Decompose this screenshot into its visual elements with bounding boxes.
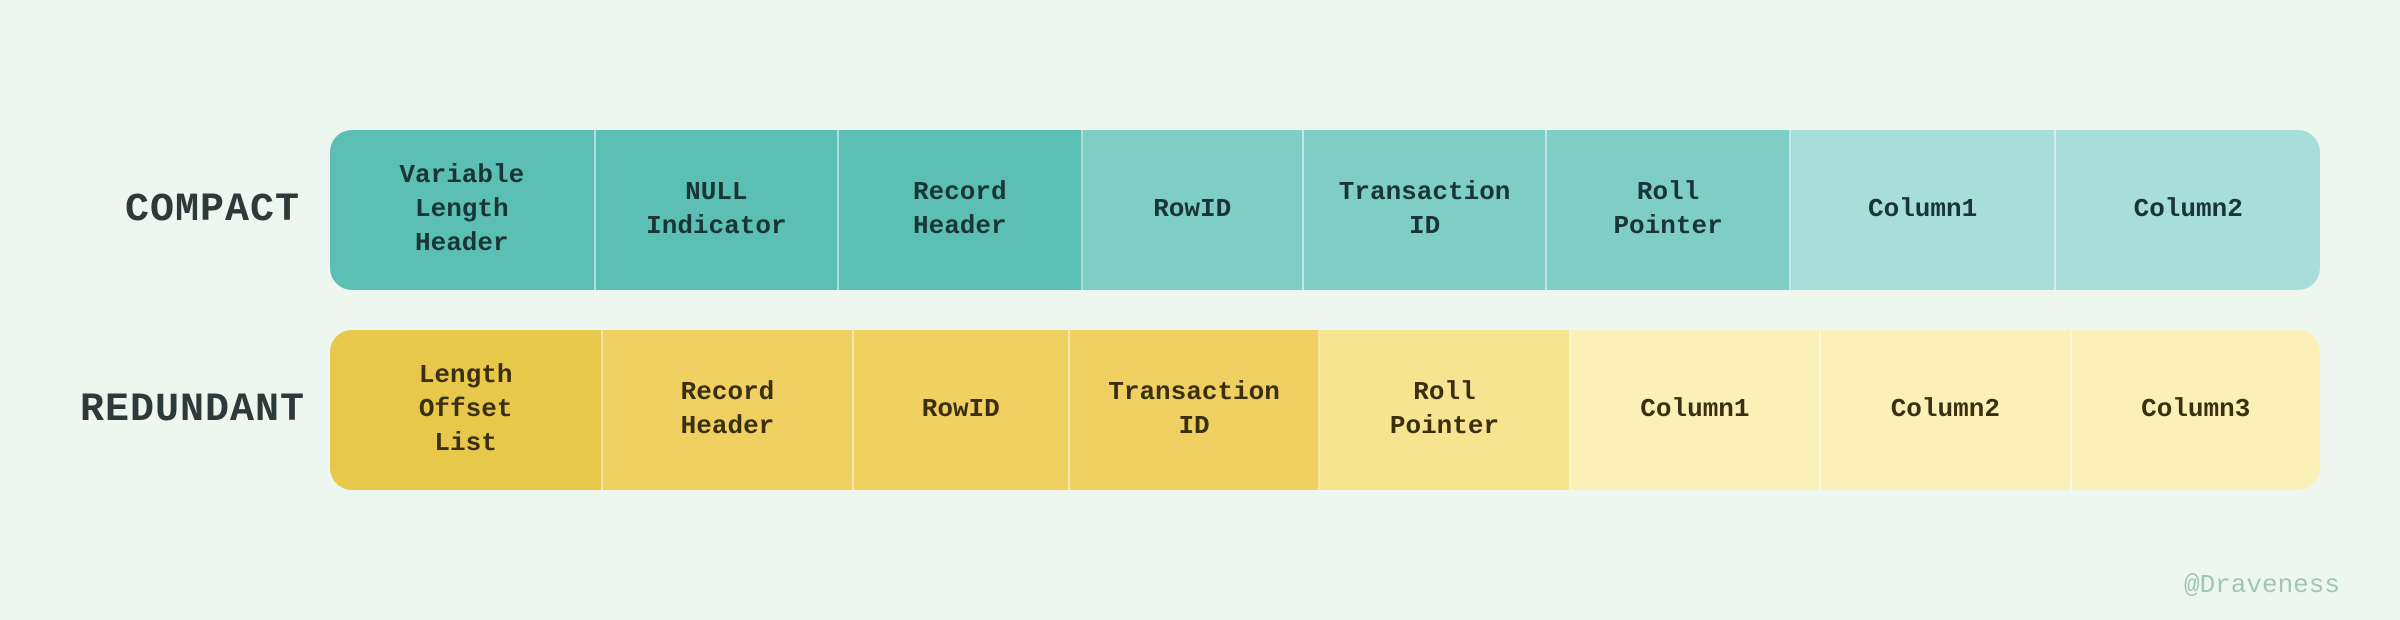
compact-cell-column2: Column2	[2056, 130, 2320, 290]
redundant-cell-transaction-id: TransactionID	[1070, 330, 1320, 490]
compact-cell-transaction-id: TransactionID	[1304, 130, 1547, 290]
redundant-cells: LengthOffsetList RecordHeader RowID Tran…	[330, 330, 2320, 490]
redundant-cell-column2: Column2	[1821, 330, 2071, 490]
redundant-cell-record-header: RecordHeader	[603, 330, 853, 490]
redundant-cell-length-offset-list: LengthOffsetList	[330, 330, 603, 490]
compact-cell-record-header: RecordHeader	[839, 130, 1082, 290]
redundant-row: REDUNDANT LengthOffsetList RecordHeader …	[80, 330, 2320, 490]
compact-row: COMPACT VariableLengthHeader NULLIndicat…	[80, 130, 2320, 290]
compact-cell-column1: Column1	[1791, 130, 2057, 290]
compact-cell-rowid: RowID	[1083, 130, 1304, 290]
redundant-cell-rowid: RowID	[854, 330, 1070, 490]
redundant-label: REDUNDANT	[80, 388, 300, 433]
watermark: @Draveness	[2184, 570, 2340, 600]
compact-cell-variable-length-header: VariableLengthHeader	[330, 130, 596, 290]
compact-cell-null-indicator: NULLIndicator	[596, 130, 839, 290]
compact-label: COMPACT	[80, 188, 300, 233]
redundant-cell-roll-pointer: RollPointer	[1320, 330, 1570, 490]
redundant-cell-column1: Column1	[1571, 330, 1821, 490]
compact-cell-roll-pointer: RollPointer	[1547, 130, 1790, 290]
redundant-cell-column3: Column3	[2072, 330, 2320, 490]
compact-cells: VariableLengthHeader NULLIndicator Recor…	[330, 130, 2320, 290]
